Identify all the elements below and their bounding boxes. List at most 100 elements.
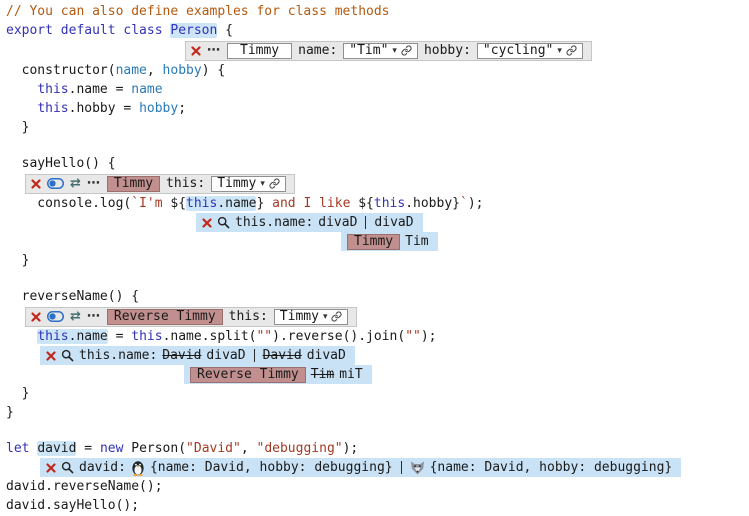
- link-icon[interactable]: [566, 45, 577, 56]
- example-pill[interactable]: Timmy: [107, 176, 160, 192]
- code-text: }: [6, 120, 29, 135]
- probe-row: Reverse Timmy Tim miT: [184, 365, 749, 384]
- swap-icon[interactable]: ⇄: [70, 309, 81, 324]
- code-editor: // You can also define examples for clas…: [6, 2, 749, 515]
- code-line: constructor(name, hobby) {: [6, 61, 749, 80]
- code-text: [6, 82, 37, 97]
- code-line: export default class Person {: [6, 21, 749, 40]
- code-text: }: [452, 196, 460, 211]
- magnifier-icon[interactable]: [217, 216, 230, 229]
- probe-david: david: {name: David, hobby: debugging} {…: [40, 458, 681, 477]
- probe-target-highlight: david: [37, 441, 76, 456]
- link-icon[interactable]: [331, 311, 342, 322]
- code-text: }: [6, 253, 29, 268]
- example-pill[interactable]: Reverse Timmy: [107, 309, 223, 325]
- code-line: this.hobby = hobby;: [6, 99, 749, 118]
- example-pill[interactable]: Reverse Timmy: [190, 367, 306, 383]
- string-token: `I'm: [131, 196, 170, 211]
- code-text: [6, 329, 37, 344]
- code-text: .hobby =: [69, 101, 139, 116]
- chevron-down-icon: ▾: [323, 312, 328, 322]
- code-text: david.reverseName();: [6, 479, 163, 494]
- code-text: reverseName() {: [6, 289, 139, 304]
- probe-row: this.name: David divaD David divaD: [40, 346, 749, 365]
- method-example-widget: ⇄ ⋯ Timmy this: Timmy ▾: [25, 174, 295, 194]
- string-token: "": [405, 329, 421, 344]
- method-example-widget: ⇄ ⋯ Reverse Timmy this: Timmy ▾: [25, 307, 357, 327]
- more-options-icon[interactable]: ⋯: [207, 43, 221, 58]
- code-text: ${: [358, 196, 374, 211]
- probe-label: this.name:: [79, 348, 157, 363]
- close-icon[interactable]: [191, 46, 201, 56]
- class-example-widget: ⋯ Timmy name: "Tim" ▾ hobby: "cycling" ▾: [185, 41, 592, 61]
- chevron-down-icon: ▾: [392, 46, 397, 56]
- code-text: .name.split(: [163, 329, 257, 344]
- probe-old-value: David: [263, 348, 302, 363]
- link-icon[interactable]: [269, 178, 280, 189]
- string-token: "": [256, 329, 272, 344]
- code-line: }: [6, 118, 749, 137]
- probe-value: divaD: [307, 348, 346, 363]
- penguin-icon: [131, 460, 145, 476]
- code-line: david.sayHello();: [6, 496, 749, 515]
- probe-reversename-example-values: Reverse Timmy Tim miT: [184, 365, 372, 384]
- close-icon[interactable]: [46, 351, 56, 361]
- code-line: }: [6, 251, 749, 270]
- code-line: sayHello() {: [6, 154, 749, 173]
- code-text: console.log(: [6, 196, 131, 211]
- code-text: ,: [241, 441, 257, 456]
- blank-line: [6, 137, 749, 154]
- more-options-icon[interactable]: ⋯: [87, 309, 101, 324]
- close-icon[interactable]: [31, 312, 41, 322]
- toggle-on-icon[interactable]: [47, 178, 64, 189]
- probe-value: Tim: [405, 234, 428, 249]
- chevron-down-icon: ▾: [557, 46, 562, 56]
- wolf-icon: [410, 461, 425, 475]
- close-icon[interactable]: [46, 463, 56, 473]
- code-line: this.name = name: [6, 80, 749, 99]
- link-icon[interactable]: [401, 45, 412, 56]
- code-line: david.reverseName();: [6, 477, 749, 496]
- close-icon[interactable]: [202, 218, 212, 228]
- keyword-this: this: [37, 329, 68, 344]
- example-name-input[interactable]: Timmy: [227, 43, 292, 59]
- param-hobby: hobby: [139, 101, 178, 116]
- probe-target-highlight: this.name: [37, 329, 107, 344]
- this-value-dropdown[interactable]: Timmy ▾: [274, 309, 349, 325]
- more-options-icon[interactable]: ⋯: [87, 176, 101, 191]
- probe-sayhello: this.name: divaD divaD: [196, 213, 423, 232]
- code-comment: // You can also define examples for clas…: [6, 4, 390, 19]
- magnifier-icon[interactable]: [61, 461, 74, 474]
- swap-icon[interactable]: ⇄: [70, 176, 81, 191]
- column-divider: [365, 216, 366, 229]
- hobby-value-dropdown[interactable]: "cycling" ▾: [477, 43, 583, 59]
- dropdown-value: "cycling": [483, 43, 553, 58]
- dropdown-value: Timmy: [217, 176, 256, 191]
- close-icon[interactable]: [31, 179, 41, 189]
- example-pill[interactable]: Timmy: [347, 234, 400, 250]
- keyword-tokens: export default class: [6, 23, 170, 38]
- probe-old-value: Tim: [311, 367, 334, 382]
- this-value-dropdown[interactable]: Timmy ▾: [211, 176, 286, 192]
- code-text: Person(: [123, 441, 186, 456]
- code-text: ;: [178, 101, 186, 116]
- reversename-example-row: ⇄ ⋯ Reverse Timmy this: Timmy ▾: [25, 306, 749, 327]
- name-value-dropdown[interactable]: "Tim" ▾: [343, 43, 418, 59]
- keyword-this: this: [374, 196, 405, 211]
- dropdown-value: "Tim": [349, 43, 388, 58]
- probe-value: divaD: [206, 348, 245, 363]
- string-token: "David": [186, 441, 241, 456]
- param-name: name: [116, 63, 147, 78]
- toggle-on-icon[interactable]: [47, 311, 64, 322]
- string-token: and I like: [264, 196, 358, 211]
- code-text: ).reverse().join(: [272, 329, 405, 344]
- probe-label: david:: [79, 460, 126, 475]
- magnifier-icon[interactable]: [61, 349, 74, 362]
- code-line: }: [6, 384, 749, 403]
- string-token: `: [460, 196, 468, 211]
- code-text: [6, 101, 37, 116]
- code-text: =: [108, 329, 131, 344]
- sayhello-example-row: ⇄ ⋯ Timmy this: Timmy ▾: [25, 173, 749, 194]
- code-line: reverseName() {: [6, 287, 749, 306]
- code-text: david.sayHello();: [6, 498, 139, 513]
